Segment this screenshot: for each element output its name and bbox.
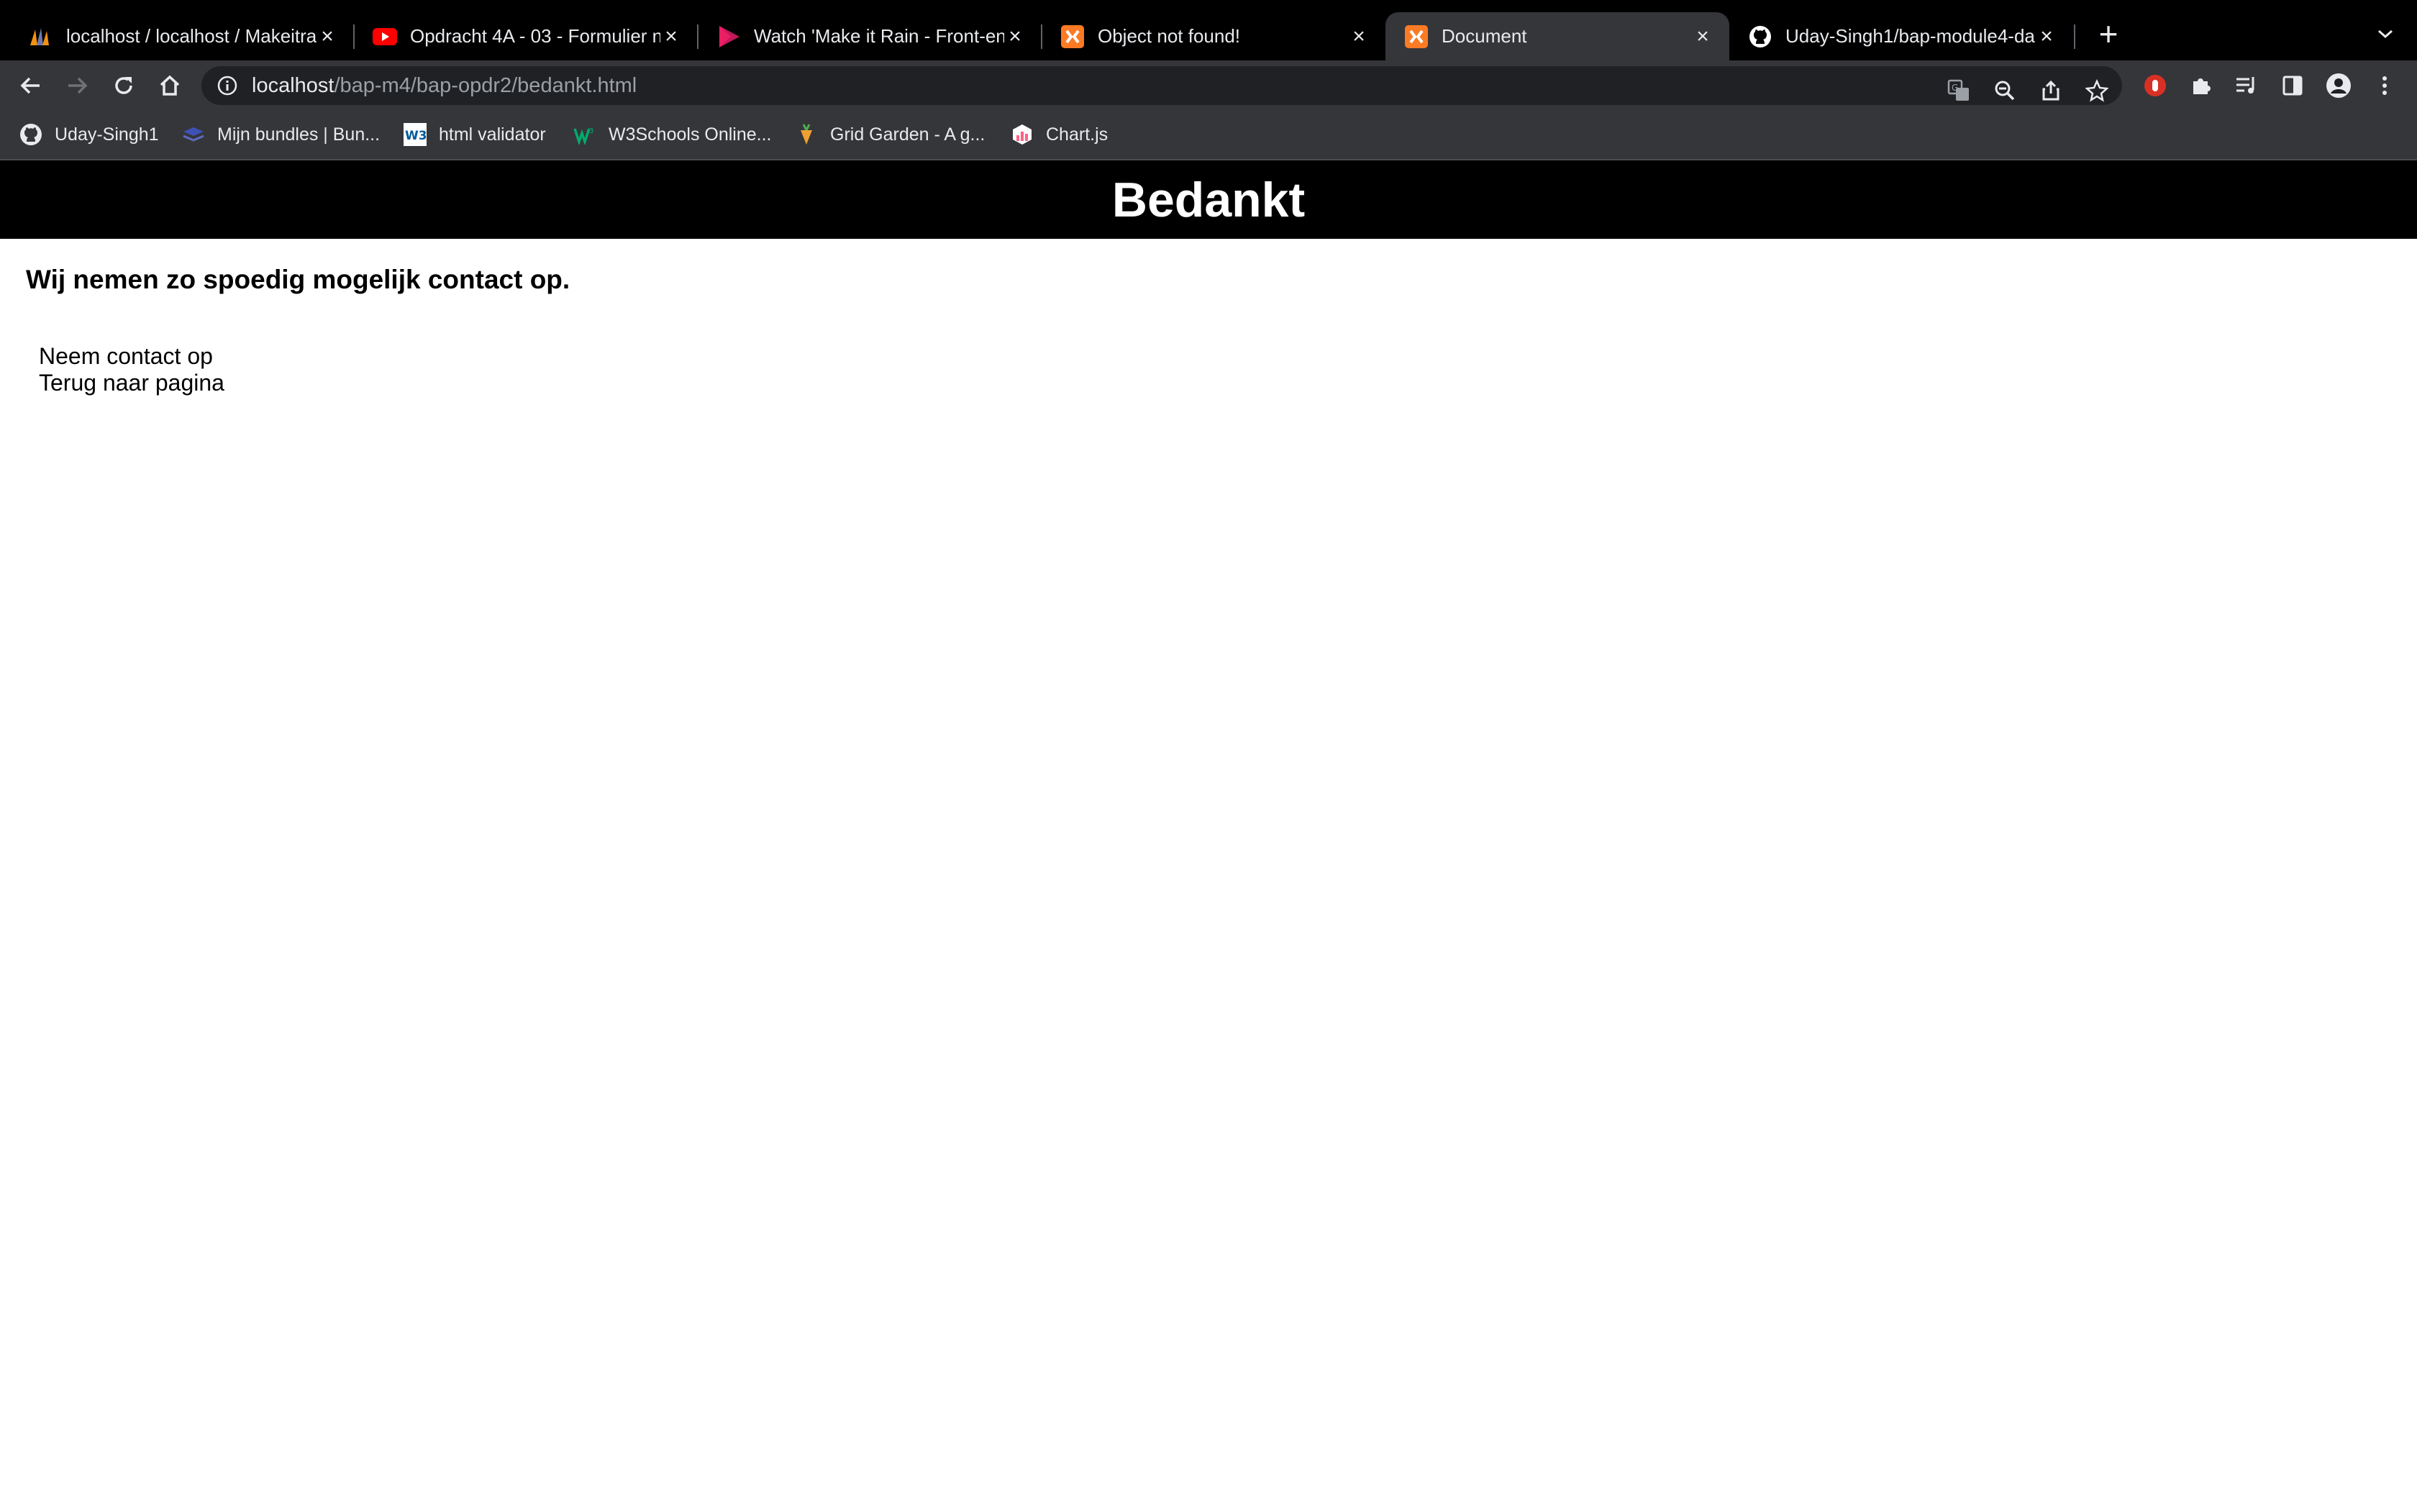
url-host: localhost xyxy=(252,73,334,97)
play-icon xyxy=(716,24,741,49)
bookmark-w3schools[interactable]: 3 W3Schools Online... xyxy=(573,122,772,147)
close-icon[interactable]: × xyxy=(1004,24,1026,49)
reload-button[interactable] xyxy=(107,69,140,102)
bookmark-uday-singh1[interactable]: Uday-Singh1 xyxy=(19,122,159,147)
star-icon[interactable] xyxy=(2080,74,2113,107)
new-tab-button[interactable]: + xyxy=(2090,16,2126,52)
forward-button[interactable] xyxy=(60,69,94,102)
bundle-icon xyxy=(181,122,206,147)
translate-icon[interactable]: G xyxy=(1942,74,1975,107)
tab-title: Opdracht 4A - 03 - Formulier n xyxy=(410,25,660,47)
bookmarks-bar: Uday-Singh1 Mijn bundles | Bun... W3 htm… xyxy=(0,110,2417,160)
tab-separator xyxy=(2074,24,2075,49)
url-path: /bap-m4/bap-opdr2/bedankt.html xyxy=(334,73,637,97)
phpmyadmin-icon xyxy=(29,24,53,49)
tab-strip: localhost / localhost / Makeitra × Opdra… xyxy=(0,0,2417,60)
page-subtitle: Wij nemen zo spoedig mogelijk contact op… xyxy=(26,265,570,294)
browser-toolbar: localhost/bap-m4/bap-opdr2/bedankt.html … xyxy=(0,60,2417,110)
share-icon[interactable] xyxy=(2034,74,2067,107)
tab-title: Document xyxy=(1442,25,1527,47)
bookmark-chartjs[interactable]: Chart.js xyxy=(1010,122,1108,147)
url-text: localhost/bap-m4/bap-opdr2/bedankt.html xyxy=(252,74,637,98)
page-title: Bedankt xyxy=(1111,172,1306,227)
bookmark-grid-garden[interactable]: Grid Garden - A g... xyxy=(794,122,985,147)
github-icon xyxy=(1748,24,1772,49)
xampp-icon xyxy=(1404,24,1429,49)
puzzle-icon[interactable] xyxy=(2184,69,2217,102)
bookmark-label: html validator xyxy=(439,124,546,145)
bookmark-label: Chart.js xyxy=(1046,124,1109,145)
tab-github[interactable]: Uday-Singh1/bap-module4-da × xyxy=(1729,12,2073,60)
svg-text:G: G xyxy=(1952,83,1958,93)
youtube-icon xyxy=(373,24,397,49)
tab-video[interactable]: Watch 'Make it Rain - Front-en × xyxy=(698,12,1042,60)
bookmark-mijn-bundles[interactable]: Mijn bundles | Bun... xyxy=(181,122,380,147)
chevron-down-icon[interactable] xyxy=(2371,17,2400,49)
close-icon[interactable]: × xyxy=(317,24,338,49)
tab-object-not-found[interactable]: Object not found! × xyxy=(1042,12,1385,60)
reload-icon xyxy=(115,77,132,94)
close-icon[interactable]: × xyxy=(1348,24,1370,49)
carrot-icon xyxy=(794,122,819,147)
kebab-menu-icon[interactable] xyxy=(2368,69,2401,102)
tab-youtube[interactable]: Opdracht 4A - 03 - Formulier n × xyxy=(354,12,698,60)
extension-shield-icon[interactable] xyxy=(2139,69,2172,102)
address-bar[interactable]: localhost/bap-m4/bap-opdr2/bedankt.html … xyxy=(201,66,2122,105)
close-icon[interactable]: × xyxy=(1692,24,1713,49)
close-icon[interactable]: × xyxy=(2036,24,2057,49)
bookmark-label: Uday-Singh1 xyxy=(55,124,159,145)
w3schools-icon: 3 xyxy=(573,122,597,147)
close-icon[interactable]: × xyxy=(660,24,682,49)
tab-phpmyadmin[interactable]: localhost / localhost / Makeitra × xyxy=(10,12,354,60)
arrow-left-icon xyxy=(20,77,40,94)
web-page: Bedankt Wij nemen zo spoedig mogelijk co… xyxy=(0,160,2417,1512)
back-button[interactable] xyxy=(14,69,47,102)
bookmark-label: Mijn bundles | Bun... xyxy=(217,124,381,145)
tab-title: localhost / localhost / Makeitra xyxy=(66,25,317,47)
home-button[interactable] xyxy=(153,69,186,102)
svg-text:3: 3 xyxy=(589,127,593,135)
bookmark-label: Grid Garden - A g... xyxy=(830,124,986,145)
media-queue-icon[interactable] xyxy=(2230,69,2263,102)
w3c-icon: W3 xyxy=(403,122,427,147)
arrow-right-icon xyxy=(68,77,88,94)
page-header: Bedankt xyxy=(0,160,2417,239)
info-icon[interactable] xyxy=(216,74,239,97)
tab-title: Object not found! xyxy=(1098,25,1241,47)
tab-title: Watch 'Make it Rain - Front-en xyxy=(754,25,1004,47)
github-icon xyxy=(19,122,43,147)
link-terug-naar-pagina[interactable]: Terug naar pagina xyxy=(39,370,224,396)
bookmark-html-validator[interactable]: W3 html validator xyxy=(403,122,546,147)
xampp-icon xyxy=(1060,24,1085,49)
side-panel-icon[interactable] xyxy=(2276,69,2309,102)
link-neem-contact-op[interactable]: Neem contact op xyxy=(39,343,224,370)
profile-avatar-icon[interactable] xyxy=(2322,69,2355,102)
svg-text:W3: W3 xyxy=(405,129,427,143)
tab-title: Uday-Singh1/bap-module4-da xyxy=(1785,25,2035,47)
home-icon xyxy=(160,75,180,96)
tab-document-active[interactable]: Document × xyxy=(1385,12,1729,60)
bookmark-label: W3Schools Online... xyxy=(609,124,772,145)
chartjs-icon xyxy=(1010,122,1034,147)
browser-chrome: localhost / localhost / Makeitra × Opdra… xyxy=(0,0,2417,160)
zoom-icon[interactable] xyxy=(1988,74,2021,107)
nav-links: Neem contact op Terug naar pagina xyxy=(39,343,224,396)
